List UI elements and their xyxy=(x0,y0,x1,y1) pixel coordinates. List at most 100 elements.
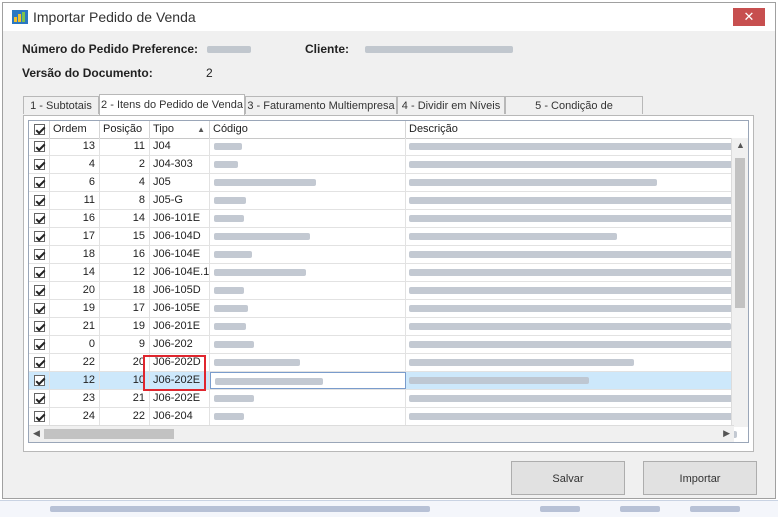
row-checkbox-cell[interactable] xyxy=(29,210,50,227)
header-codigo[interactable]: Código xyxy=(210,121,406,138)
highlight-annotation xyxy=(143,355,206,391)
horizontal-scrollbar[interactable]: ◀ ▶ xyxy=(29,425,734,442)
table-row[interactable]: 12 10 J06-202E xyxy=(29,372,748,390)
tab-itens-pedido[interactable]: 2 - Itens do Pedido de Venda xyxy=(99,94,245,115)
scroll-left-icon[interactable]: ◀ xyxy=(33,428,40,439)
row-checkbox-cell[interactable] xyxy=(29,336,50,353)
table-row[interactable]: 21 19 J06-201E xyxy=(29,318,748,336)
tab-faturamento-multiempresa[interactable]: 3 - Faturamento Multiempresa xyxy=(245,96,397,114)
cell-posicao: 17 xyxy=(100,300,150,317)
cell-codigo[interactable] xyxy=(210,246,406,263)
horizontal-scroll-thumb[interactable] xyxy=(44,429,174,439)
cell-codigo[interactable] xyxy=(210,318,406,335)
cell-ordem: 17 xyxy=(50,228,100,245)
table-row[interactable]: 14 12 J06-104E.1 xyxy=(29,264,748,282)
row-checkbox-cell[interactable] xyxy=(29,192,50,209)
vertical-scrollbar[interactable]: ▲ xyxy=(731,138,748,427)
order-number-value xyxy=(207,46,251,53)
table-row[interactable]: 22 20 J06-202D xyxy=(29,354,748,372)
table-row[interactable]: 19 17 J06-105E xyxy=(29,300,748,318)
cell-codigo[interactable] xyxy=(210,156,406,173)
cell-codigo[interactable] xyxy=(210,228,406,245)
row-checkbox-cell[interactable] xyxy=(29,246,50,263)
doc-version-label: Versão do Documento: xyxy=(22,66,153,80)
vertical-scroll-thumb[interactable] xyxy=(735,158,745,308)
table-row[interactable]: 18 16 J06-104E xyxy=(29,246,748,264)
table-row[interactable]: 13 11 J04 xyxy=(29,138,748,156)
items-grid[interactable]: Ordem Posição Tipo ▲ Código Descrição 13… xyxy=(28,120,749,443)
import-button[interactable]: Importar xyxy=(643,461,757,495)
row-checkbox-cell[interactable] xyxy=(29,138,50,155)
cell-posicao: 21 xyxy=(100,390,150,407)
cell-descricao xyxy=(406,282,748,299)
close-button[interactable]: ✕ xyxy=(733,8,765,26)
checkbox-icon xyxy=(34,249,45,260)
cell-codigo[interactable] xyxy=(210,390,406,407)
header-select-all[interactable] xyxy=(29,121,50,138)
checkbox-icon xyxy=(34,321,45,332)
cell-codigo[interactable] xyxy=(210,264,406,281)
table-row[interactable]: 17 15 J06-104D xyxy=(29,228,748,246)
row-checkbox-cell[interactable] xyxy=(29,282,50,299)
cell-descricao xyxy=(406,138,748,155)
cell-posicao: 18 xyxy=(100,282,150,299)
row-checkbox-cell[interactable] xyxy=(29,354,50,371)
table-row[interactable]: 11 8 J05-G xyxy=(29,192,748,210)
cell-ordem: 0 xyxy=(50,336,100,353)
table-row[interactable]: 4 2 J04-303 xyxy=(29,156,748,174)
row-checkbox-cell[interactable] xyxy=(29,174,50,191)
row-checkbox-cell[interactable] xyxy=(29,300,50,317)
cell-codigo[interactable] xyxy=(210,300,406,317)
cell-descricao xyxy=(406,174,748,191)
row-checkbox-cell[interactable] xyxy=(29,318,50,335)
scroll-right-icon[interactable]: ▶ xyxy=(723,428,730,439)
title-bar: Importar Pedido de Venda ✕ xyxy=(3,3,775,31)
checkbox-icon xyxy=(34,267,45,278)
tab-condicao-pagamento[interactable]: 5 - Condição de Pagamento xyxy=(505,96,643,130)
cell-codigo[interactable] xyxy=(210,138,406,155)
table-row[interactable]: 24 22 J06-204 xyxy=(29,408,748,426)
cell-codigo[interactable] xyxy=(210,408,406,425)
table-row[interactable]: 23 21 J06-202E xyxy=(29,390,748,408)
cell-codigo[interactable] xyxy=(210,192,406,209)
cell-tipo: J06-101E xyxy=(150,210,210,227)
cell-ordem: 14 xyxy=(50,264,100,281)
cell-codigo[interactable] xyxy=(210,174,406,191)
row-checkbox-cell[interactable] xyxy=(29,408,50,425)
table-row[interactable]: 6 4 J05 xyxy=(29,174,748,192)
row-checkbox-cell[interactable] xyxy=(29,264,50,281)
checkbox-icon xyxy=(34,357,45,368)
row-checkbox-cell[interactable] xyxy=(29,372,50,389)
checkbox-icon xyxy=(34,375,45,386)
cell-ordem: 19 xyxy=(50,300,100,317)
cell-ordem: 4 xyxy=(50,156,100,173)
row-checkbox-cell[interactable] xyxy=(29,228,50,245)
table-row[interactable]: 16 14 J06-101E xyxy=(29,210,748,228)
tab-dividir-niveis[interactable]: 4 - Dividir em Níveis xyxy=(397,96,505,114)
header-descricao[interactable]: Descrição xyxy=(406,121,748,138)
cell-ordem: 11 xyxy=(50,192,100,209)
header-ordem[interactable]: Ordem xyxy=(50,121,100,138)
app-icon xyxy=(12,10,28,24)
table-row[interactable]: 20 18 J06-105D xyxy=(29,282,748,300)
cell-tipo: J06-201E xyxy=(150,318,210,335)
header-tipo[interactable]: Tipo ▲ xyxy=(150,121,210,138)
row-checkbox-cell[interactable] xyxy=(29,156,50,173)
header-posicao[interactable]: Posição xyxy=(100,121,150,138)
row-checkbox-cell[interactable] xyxy=(29,390,50,407)
cell-codigo[interactable] xyxy=(210,372,406,389)
cell-descricao xyxy=(406,210,748,227)
cell-posicao: 16 xyxy=(100,246,150,263)
cell-codigo[interactable] xyxy=(210,354,406,371)
checkbox-icon xyxy=(34,231,45,242)
cell-codigo[interactable] xyxy=(210,336,406,353)
table-row[interactable]: 0 9 J06-202 xyxy=(29,336,748,354)
cell-codigo[interactable] xyxy=(210,210,406,227)
tab-subtotais[interactable]: 1 - Subtotais xyxy=(23,96,99,114)
cell-descricao xyxy=(406,246,748,263)
cell-posicao: 19 xyxy=(100,318,150,335)
scroll-up-icon[interactable]: ▲ xyxy=(736,140,745,150)
cell-tipo: J06-204 xyxy=(150,408,210,425)
save-button[interactable]: Salvar xyxy=(511,461,625,495)
cell-codigo[interactable] xyxy=(210,282,406,299)
